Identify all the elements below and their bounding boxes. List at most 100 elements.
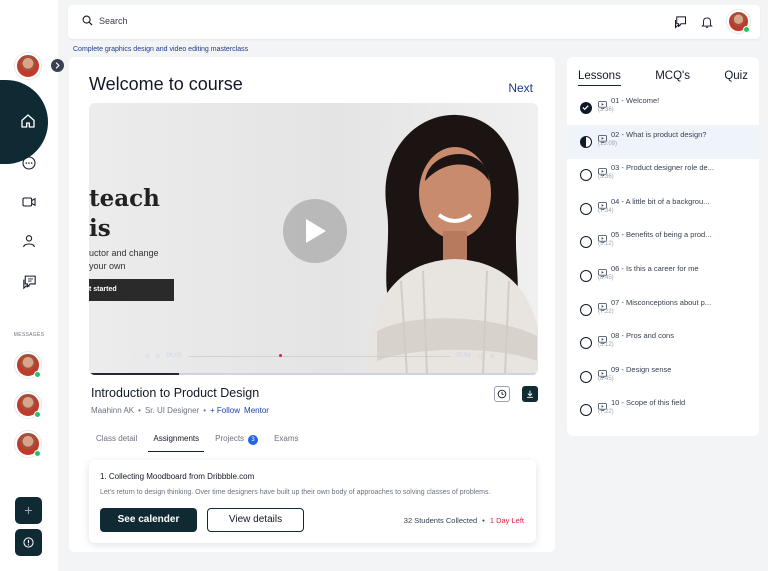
contact-avatar[interactable] bbox=[15, 431, 41, 457]
see-calendar-button[interactable]: See calender bbox=[100, 508, 197, 532]
nav-video[interactable] bbox=[17, 190, 41, 214]
video-progress[interactable] bbox=[89, 373, 538, 375]
mentor-link[interactable]: Mentor bbox=[244, 406, 269, 415]
user-icon bbox=[23, 235, 35, 248]
watch-later-button[interactable] bbox=[494, 386, 510, 402]
seek-knob[interactable] bbox=[279, 354, 283, 357]
volume-icon[interactable]: ◁) bbox=[477, 353, 484, 360]
lesson-item[interactable]: 09 - Design sense (8:45) bbox=[567, 360, 759, 394]
lesson-title: 04 - A little bit of a backgrou... bbox=[611, 196, 710, 206]
breadcrumb[interactable]: Complete graphics design and video editi… bbox=[73, 46, 248, 53]
expand-sidebar-button[interactable] bbox=[51, 59, 64, 72]
nav-profile[interactable] bbox=[17, 229, 41, 253]
left-rail: MESSAGES bbox=[0, 0, 64, 571]
lesson-status-icon[interactable] bbox=[580, 135, 592, 148]
lesson-title: 03 - Product designer role de... bbox=[611, 163, 714, 173]
search-input[interactable]: Search bbox=[99, 16, 128, 26]
lesson-item[interactable]: 05 - Benefits of being a prod... (5:12) bbox=[567, 225, 759, 259]
video-headline: is bbox=[89, 215, 111, 242]
profile-avatar[interactable] bbox=[727, 10, 750, 33]
seek-bar[interactable] bbox=[187, 354, 450, 357]
video-headline: teach bbox=[89, 185, 160, 212]
lesson-item[interactable]: 10 - Scope of this field (7:22) bbox=[567, 393, 759, 427]
nav-messages[interactable] bbox=[17, 151, 41, 175]
view-details-button[interactable]: View details bbox=[207, 508, 304, 532]
assignment-title: 1. Collecting Moodboard from Dribbble.co… bbox=[100, 472, 255, 481]
lesson-item[interactable]: 08 - Pros and cons (5:12) bbox=[567, 326, 759, 360]
notifications-button[interactable] bbox=[698, 13, 716, 31]
nav-home[interactable] bbox=[16, 109, 40, 133]
add-button[interactable] bbox=[15, 497, 42, 524]
tab-class-detail[interactable]: Class detail bbox=[91, 429, 142, 452]
instructor-meta: Maahinn AK • Sr. UI Designer • + Follow … bbox=[91, 406, 269, 415]
info-button[interactable] bbox=[15, 529, 42, 556]
lesson-item[interactable]: 03 - Product designer role de... (3:36) bbox=[567, 158, 759, 192]
total-time: 05:56 bbox=[455, 353, 471, 359]
clock-icon bbox=[497, 389, 507, 399]
separator-dot: • bbox=[138, 406, 141, 415]
video-icon bbox=[22, 197, 36, 207]
lesson-duration: (5:12) bbox=[598, 342, 614, 349]
course-tabs: Class detail Assignments Projects 3 Exams bbox=[91, 429, 521, 452]
lesson-duration: (3:36) bbox=[598, 174, 614, 181]
instructor-name[interactable]: Maahinn AK bbox=[91, 406, 134, 415]
lesson-title: 06 - Is this a career for me bbox=[611, 264, 699, 273]
lesson-duration: (7:22) bbox=[598, 308, 614, 315]
play-button[interactable] bbox=[283, 199, 347, 263]
settings-icon[interactable]: ⚙ bbox=[490, 353, 495, 360]
lesson-title: 10 - Scope of this field bbox=[611, 398, 686, 408]
lesson-status-icon[interactable] bbox=[580, 404, 592, 417]
lesson-title: 02 - What is product design? bbox=[611, 129, 707, 139]
bell-icon bbox=[701, 17, 713, 28]
lesson-status-icon[interactable] bbox=[580, 303, 592, 316]
tab-quiz[interactable]: Quiz bbox=[724, 70, 748, 86]
lesson-status-icon[interactable] bbox=[580, 236, 592, 249]
plus-icon bbox=[24, 506, 33, 515]
chat-icon bbox=[22, 156, 36, 170]
tab-label: Projects bbox=[215, 434, 245, 443]
page-title: Welcome to course bbox=[89, 74, 243, 94]
lesson-duration: (13:09) bbox=[598, 140, 618, 147]
online-indicator bbox=[743, 26, 750, 33]
tab-lessons[interactable]: Lessons bbox=[578, 70, 621, 86]
current-time: 00:00 bbox=[166, 353, 182, 359]
lesson-status-icon[interactable] bbox=[580, 202, 592, 215]
forum-button[interactable] bbox=[671, 13, 689, 31]
nav-forum[interactable] bbox=[17, 270, 41, 294]
online-indicator bbox=[34, 450, 41, 457]
completed-check-icon[interactable] bbox=[580, 102, 592, 114]
lessons-panel: Lessons MCQ's Quiz 01 - Welcome! (3:36) 02… bbox=[567, 57, 759, 436]
lesson-item[interactable]: 04 - A little bit of a backgrou... (7:34) bbox=[567, 192, 759, 226]
user-avatar[interactable] bbox=[15, 53, 41, 79]
lesson-item[interactable]: 01 - Welcome! (3:36) bbox=[567, 91, 759, 125]
skip-back-icon[interactable]: ◌ bbox=[135, 353, 139, 359]
lesson-duration: (3:36) bbox=[598, 107, 614, 113]
tab-assignments[interactable]: Assignments bbox=[148, 429, 205, 452]
lesson-status-icon[interactable] bbox=[580, 337, 592, 350]
students-collected: 32 Students Collected bbox=[403, 516, 478, 525]
lesson-item[interactable]: 02 - What is product design? (13:09) bbox=[567, 124, 759, 159]
lesson-item[interactable]: 06 - Is this a career for me (8:45) bbox=[567, 259, 759, 293]
instructor-role: Sr. UI Designer bbox=[144, 406, 200, 415]
forward-icon[interactable]: ↻ bbox=[156, 353, 161, 360]
lesson-status-icon[interactable] bbox=[580, 270, 592, 282]
lesson-duration: (7:22) bbox=[598, 409, 614, 416]
video-progress-fill bbox=[89, 373, 179, 375]
download-button[interactable] bbox=[522, 386, 538, 402]
tab-projects[interactable]: Projects 3 bbox=[210, 429, 263, 452]
tab-mcqs[interactable]: MCQ's bbox=[655, 70, 690, 86]
contact-avatar[interactable] bbox=[15, 352, 41, 378]
tab-exams[interactable]: Exams bbox=[269, 429, 303, 452]
search-box[interactable]: Search bbox=[82, 15, 128, 26]
lesson-status-icon[interactable] bbox=[580, 169, 592, 182]
video-player[interactable]: teach is uctor and change your own t sta… bbox=[89, 103, 538, 375]
next-link[interactable]: Next bbox=[508, 81, 533, 95]
lesson-status-icon[interactable] bbox=[580, 370, 592, 383]
online-indicator bbox=[34, 371, 41, 378]
contact-avatar[interactable] bbox=[15, 392, 41, 418]
lesson-duration: (8:45) bbox=[598, 275, 614, 281]
rewind-icon[interactable]: ↺ bbox=[145, 353, 150, 360]
video-controls: ◌ ↺ ↻ 00:00 05:56 ◁) ⚙ bbox=[135, 350, 495, 362]
lesson-item[interactable]: 07 - Misconceptions about p... (7:22) bbox=[567, 293, 759, 327]
follow-link[interactable]: + Follow bbox=[210, 406, 240, 415]
